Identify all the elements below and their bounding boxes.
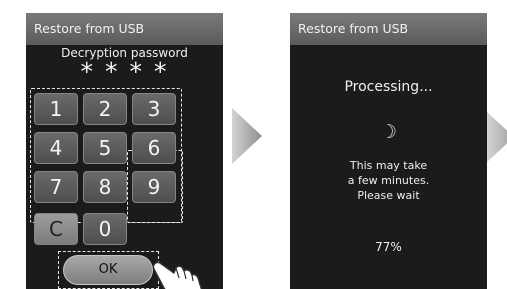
processing-screen: Restore from USB Processing... ☽ This ma… bbox=[290, 13, 487, 289]
progress-percent: 77% bbox=[375, 240, 402, 254]
key-6[interactable]: 6 bbox=[132, 132, 176, 164]
next-arrow-icon bbox=[487, 112, 507, 162]
wait-message-line: Please wait bbox=[357, 189, 420, 202]
processing-status: Processing... bbox=[344, 79, 433, 95]
key-0[interactable]: 0 bbox=[83, 213, 127, 245]
wait-message-line: a few minutes. bbox=[347, 174, 430, 187]
next-arrow-icon bbox=[232, 108, 262, 164]
ok-button[interactable]: OK bbox=[63, 255, 153, 285]
loading-spinner-icon: ☽ bbox=[379, 121, 398, 143]
password-mask: **** bbox=[80, 57, 179, 86]
key-clear[interactable]: C bbox=[34, 213, 78, 245]
key-9[interactable]: 9 bbox=[132, 171, 176, 203]
pointing-hand-icon bbox=[152, 261, 203, 289]
key-8[interactable]: 8 bbox=[83, 171, 127, 203]
key-3[interactable]: 3 bbox=[132, 93, 176, 125]
wait-message-line: This may take bbox=[349, 159, 428, 172]
screen1-title: Restore from USB bbox=[26, 13, 223, 45]
screen2-title: Restore from USB bbox=[290, 13, 487, 45]
key-2[interactable]: 2 bbox=[83, 93, 127, 125]
password-screen: Restore from USB Decryption password ***… bbox=[26, 13, 223, 289]
wait-message: This may take a few minutes. Please wait bbox=[290, 158, 487, 203]
key-4[interactable]: 4 bbox=[34, 132, 78, 164]
key-7[interactable]: 7 bbox=[34, 171, 78, 203]
key-1[interactable]: 1 bbox=[34, 93, 78, 125]
key-5[interactable]: 5 bbox=[83, 132, 127, 164]
